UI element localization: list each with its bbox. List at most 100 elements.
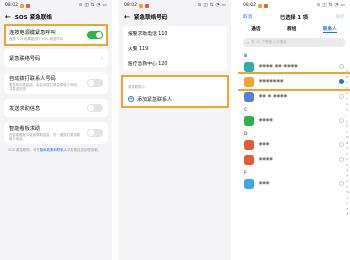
emergency-numbers-row[interactable]: 紧急联络号码 › <box>9 49 103 67</box>
privacy-link[interactable]: 隐私政策和联系人 <box>40 148 67 152</box>
smart-board-help-toggle[interactable] <box>87 129 103 137</box>
app-notification-icon <box>257 3 262 8</box>
plus-circle-icon: + <box>128 95 134 102</box>
search-input[interactable]: ⌕ 在 10 个联系人中搜索 <box>243 38 345 47</box>
alphabet-index[interactable]: A B C D E F G H I J K L M N O P Q R S T U V W X Y Z # <box>346 70 349 216</box>
add-emergency-contact-button[interactable]: + 添加紧急联系人 <box>128 92 222 106</box>
cancel-button[interactable]: 取消 <box>243 14 252 20</box>
alphabet-letter[interactable]: H <box>346 109 349 112</box>
alphabet-letter[interactable]: L <box>346 131 349 134</box>
contact-avatar <box>244 115 254 126</box>
contact-row[interactable]: ▪▪▪▪ <box>238 113 350 128</box>
row-title: 智能看板求助 <box>9 125 41 132</box>
alphabet-letter[interactable]: P <box>346 153 349 156</box>
row-subtitle: 在智能看板中查看求助信息，可一键拨打紧急联络人电话 <box>9 133 81 142</box>
row-subtitle: 紧急呼叫发起后，会自动拨打紧急联络人号码，并发送短信 <box>9 83 81 92</box>
back-arrow-icon[interactable]: ← <box>5 13 11 21</box>
alphabet-letter[interactable]: R <box>346 164 349 167</box>
alphabet-letter[interactable]: M <box>346 136 349 139</box>
alphabet-letter[interactable]: O <box>346 147 349 150</box>
contact-row[interactable]: ▪▪▪▪▪▪▪ <box>238 72 350 91</box>
send-help-row[interactable]: 发送求助信息 <box>9 99 103 117</box>
page-title: 已选择 1 项 <box>280 14 308 21</box>
section-letter: F <box>244 170 247 175</box>
contact-row[interactable]: ▪▪ ▪ ▪▪▪▪ <box>238 89 350 104</box>
select-circle-icon[interactable] <box>339 79 344 84</box>
settings-group: 自动拨打联系人号码 紧急呼叫发起后，会自动拨打紧急联络人号码，并发送短信 <box>4 72 108 94</box>
status-icons: ⊙ ◫ ⇅ ◔ ▭ <box>78 3 107 8</box>
alphabet-letter[interactable]: Q <box>346 158 349 161</box>
police-number-row[interactable]: 报警求助电话 110 <box>128 26 222 41</box>
app-notification-icon <box>19 3 24 8</box>
alphabet-letter[interactable]: N <box>346 142 349 145</box>
select-circle-icon[interactable] <box>339 64 344 69</box>
section-letter: C <box>244 107 248 112</box>
row-title: 自动拨打联系人号码 <box>9 75 56 82</box>
auto-call-row[interactable]: 自动拨打联系人号码 紧急呼叫发起后，会自动拨打紧急联络人号码，并发送短信 <box>9 72 103 94</box>
select-circle-icon[interactable] <box>339 118 344 123</box>
alphabet-letter[interactable]: B <box>346 76 349 79</box>
status-time: 08:02 <box>243 3 256 8</box>
tab-contacts[interactable]: 联系人 <box>322 26 337 33</box>
ambulance-number-row[interactable]: 医疗急救中心 120 <box>128 56 222 71</box>
alphabet-letter[interactable]: C <box>346 81 349 84</box>
app-notification-icon <box>138 3 143 8</box>
status-time: 08:02 <box>124 3 137 8</box>
smart-board-help-row[interactable]: 智能看板求助 在智能看板中查看求助信息，可一键拨打紧急联络人电话 <box>9 122 103 144</box>
alphabet-letter[interactable]: J <box>346 120 349 123</box>
emergency-contacts-section: 紧急联络人 + 添加紧急联系人 <box>121 75 229 108</box>
row-title: 发送求助信息 <box>9 105 41 112</box>
contact-row[interactable]: ▪▪▪ <box>238 137 350 152</box>
section-letter: D <box>244 131 248 136</box>
alphabet-letter[interactable]: # <box>346 213 349 216</box>
alphabet-letter[interactable]: T <box>346 175 349 178</box>
power-key-sos-toggle[interactable] <box>87 31 103 39</box>
emergency-numbers-screen: 08:02 ⊙ ◫ ⇅ ◔ ▭ ← 紧急联络号码 报警求助电话 110 火警 1… <box>119 0 231 260</box>
power-key-sos-row[interactable]: 连按电源键紧急呼叫 连按 5 次电源键进行 SOS 紧急呼叫 <box>4 24 108 46</box>
send-help-toggle[interactable] <box>87 104 103 112</box>
status-bar: 08:02 ⊙ ◫ ⇅ ◔ ▭ <box>0 0 112 11</box>
alphabet-letter[interactable]: X <box>346 197 349 200</box>
alphabet-letter[interactable]: D <box>346 87 349 90</box>
search-icon: ⌕ <box>247 40 250 45</box>
footnote-text: SOS 紧急联络，可在 <box>8 148 40 152</box>
page-title: 紧急联络号码 <box>133 15 168 21</box>
emergency-contacts-card: 紧急联络人 + 添加紧急联系人 <box>123 77 227 106</box>
alphabet-letter[interactable]: I <box>346 114 349 117</box>
alphabet-letter[interactable]: S <box>346 169 349 172</box>
settings-group: 智能看板求助 在智能看板中查看求助信息，可一键拨打紧急联络人电话 <box>4 122 108 144</box>
contact-name: ▪▪▪ <box>259 142 270 147</box>
contact-row[interactable]: ▪▪▪▪ <box>238 152 350 167</box>
picker-tabs: 通话 群组 联系人 <box>238 23 350 35</box>
page-header: ← SOS 紧急联络 <box>0 11 112 23</box>
alphabet-letter[interactable]: W <box>346 191 349 194</box>
alphabet-letter[interactable]: K <box>346 125 349 128</box>
search-placeholder: 在 10 个联系人中搜索 <box>251 40 287 44</box>
select-circle-icon[interactable] <box>339 142 344 147</box>
fire-number-row[interactable]: 火警 119 <box>128 41 222 56</box>
picker-header: 取消 已选择 1 项 确定 <box>238 11 350 23</box>
tab-groups[interactable]: 群组 <box>287 26 296 32</box>
auto-call-toggle[interactable] <box>87 79 103 87</box>
alphabet-letter[interactable]: U <box>346 180 349 183</box>
confirm-button[interactable]: 确定 <box>336 14 345 20</box>
contact-row[interactable]: ▪▪▪ <box>238 176 350 191</box>
select-circle-icon[interactable] <box>339 157 344 162</box>
contact-row[interactable]: ▪▪▪▪ ▪▪·▪▪▪▪ <box>238 59 350 74</box>
contact-list: B ▪▪▪▪ ▪▪·▪▪▪▪ ▪▪▪▪▪▪▪ ▪▪ ▪ ▪▪▪▪ C ▪▪▪▪ D ▪▪▪ ▪▪… <box>238 50 350 191</box>
alphabet-letter[interactable]: V <box>346 186 349 189</box>
tab-calls[interactable]: 通话 <box>251 26 260 32</box>
select-circle-icon[interactable] <box>339 94 344 99</box>
back-arrow-icon[interactable]: ← <box>124 13 130 21</box>
contact-name: ▪▪▪▪ ▪▪·▪▪▪▪ <box>259 64 298 69</box>
alphabet-letter[interactable]: E <box>346 92 349 95</box>
chevron-right-icon: › <box>100 54 103 62</box>
select-circle-icon[interactable] <box>339 181 344 186</box>
alphabet-letter[interactable]: G <box>346 103 349 106</box>
add-contact-label: 添加紧急联系人 <box>137 96 173 103</box>
row-title: 紧急联络号码 <box>9 55 41 62</box>
alphabet-letter[interactable]: A <box>346 70 349 73</box>
alphabet-letter[interactable]: F <box>346 98 349 101</box>
alphabet-letter[interactable]: Z <box>346 208 349 211</box>
alphabet-letter[interactable]: Y <box>346 202 349 205</box>
